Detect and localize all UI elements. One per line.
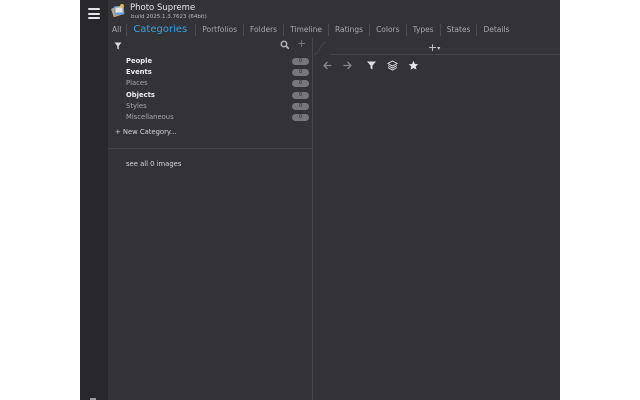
count-badge: 0 bbox=[292, 80, 309, 88]
tab-folders[interactable]: Folders bbox=[242, 24, 283, 36]
count-badge: 0 bbox=[292, 58, 309, 65]
tab-types[interactable]: Types bbox=[405, 24, 440, 36]
filter-icon[interactable] bbox=[366, 60, 377, 71]
app-window: Photo Supreme build 2025.1.3.7623 (64bit… bbox=[80, 0, 560, 400]
tab-bar: All Categories Portfolios Folders Timeli… bbox=[111, 23, 515, 37]
plus-icon: + bbox=[428, 41, 438, 54]
category-item-events[interactable]: Events 0 bbox=[108, 67, 312, 78]
hamburger-icon[interactable] bbox=[88, 8, 100, 19]
category-list: People 0 Events 0 Places 0 Objects 0 Sty… bbox=[108, 56, 312, 123]
see-all-images-link[interactable]: see all 0 images bbox=[126, 160, 181, 168]
tab-categories[interactable]: Categories bbox=[126, 24, 195, 36]
category-label: Miscellaneous bbox=[126, 112, 174, 121]
tab-ratings[interactable]: Ratings bbox=[327, 24, 369, 36]
categories-toolbar: + bbox=[108, 38, 312, 52]
arrow-left-icon[interactable] bbox=[322, 60, 333, 71]
new-category-button[interactable]: + New Category... bbox=[115, 128, 176, 136]
side-rail bbox=[80, 0, 108, 400]
tab-timeline[interactable]: Timeline bbox=[283, 24, 328, 36]
category-item-people[interactable]: People 0 bbox=[108, 56, 312, 67]
count-badge: 0 bbox=[292, 113, 309, 121]
categories-panel: + People 0 Events 0 Places 0 Objects 0 S… bbox=[108, 38, 313, 400]
category-label: Styles bbox=[126, 101, 147, 110]
tab-details[interactable]: Details bbox=[476, 24, 515, 36]
add-tab-dropdown[interactable]: +▾ bbox=[428, 42, 440, 55]
arrow-right-icon[interactable] bbox=[342, 60, 353, 71]
divider bbox=[108, 148, 312, 149]
chevron-down-icon: ▾ bbox=[437, 45, 441, 52]
divider bbox=[330, 54, 560, 55]
category-label: Objects bbox=[126, 90, 155, 99]
tab-portfolios[interactable]: Portfolios bbox=[195, 24, 243, 36]
count-badge: 0 bbox=[292, 102, 309, 110]
category-label: Places bbox=[126, 79, 148, 88]
add-category-icon[interactable]: + bbox=[297, 38, 306, 50]
category-item-objects[interactable]: Objects 0 bbox=[108, 90, 312, 101]
tab-all[interactable]: All bbox=[111, 24, 126, 36]
count-badge: 0 bbox=[292, 69, 309, 77]
search-icon[interactable] bbox=[280, 40, 290, 50]
filter-icon[interactable] bbox=[114, 42, 122, 50]
app-logo-icon bbox=[111, 4, 125, 18]
category-label: Events bbox=[126, 68, 152, 77]
tab-states[interactable]: States bbox=[439, 24, 477, 36]
layers-icon[interactable] bbox=[387, 60, 398, 71]
category-item-places[interactable]: Places 0 bbox=[108, 78, 312, 89]
category-item-styles[interactable]: Styles 0 bbox=[108, 101, 312, 112]
category-item-miscellaneous[interactable]: Miscellaneous 0 bbox=[108, 112, 312, 123]
app-build: build 2025.1.3.7623 (64bit) bbox=[131, 14, 207, 20]
count-badge: 0 bbox=[292, 91, 309, 99]
tab-colors[interactable]: Colors bbox=[369, 24, 406, 36]
category-label: People bbox=[126, 57, 153, 65]
app-title: Photo Supreme bbox=[130, 3, 196, 13]
star-icon[interactable] bbox=[408, 60, 419, 71]
